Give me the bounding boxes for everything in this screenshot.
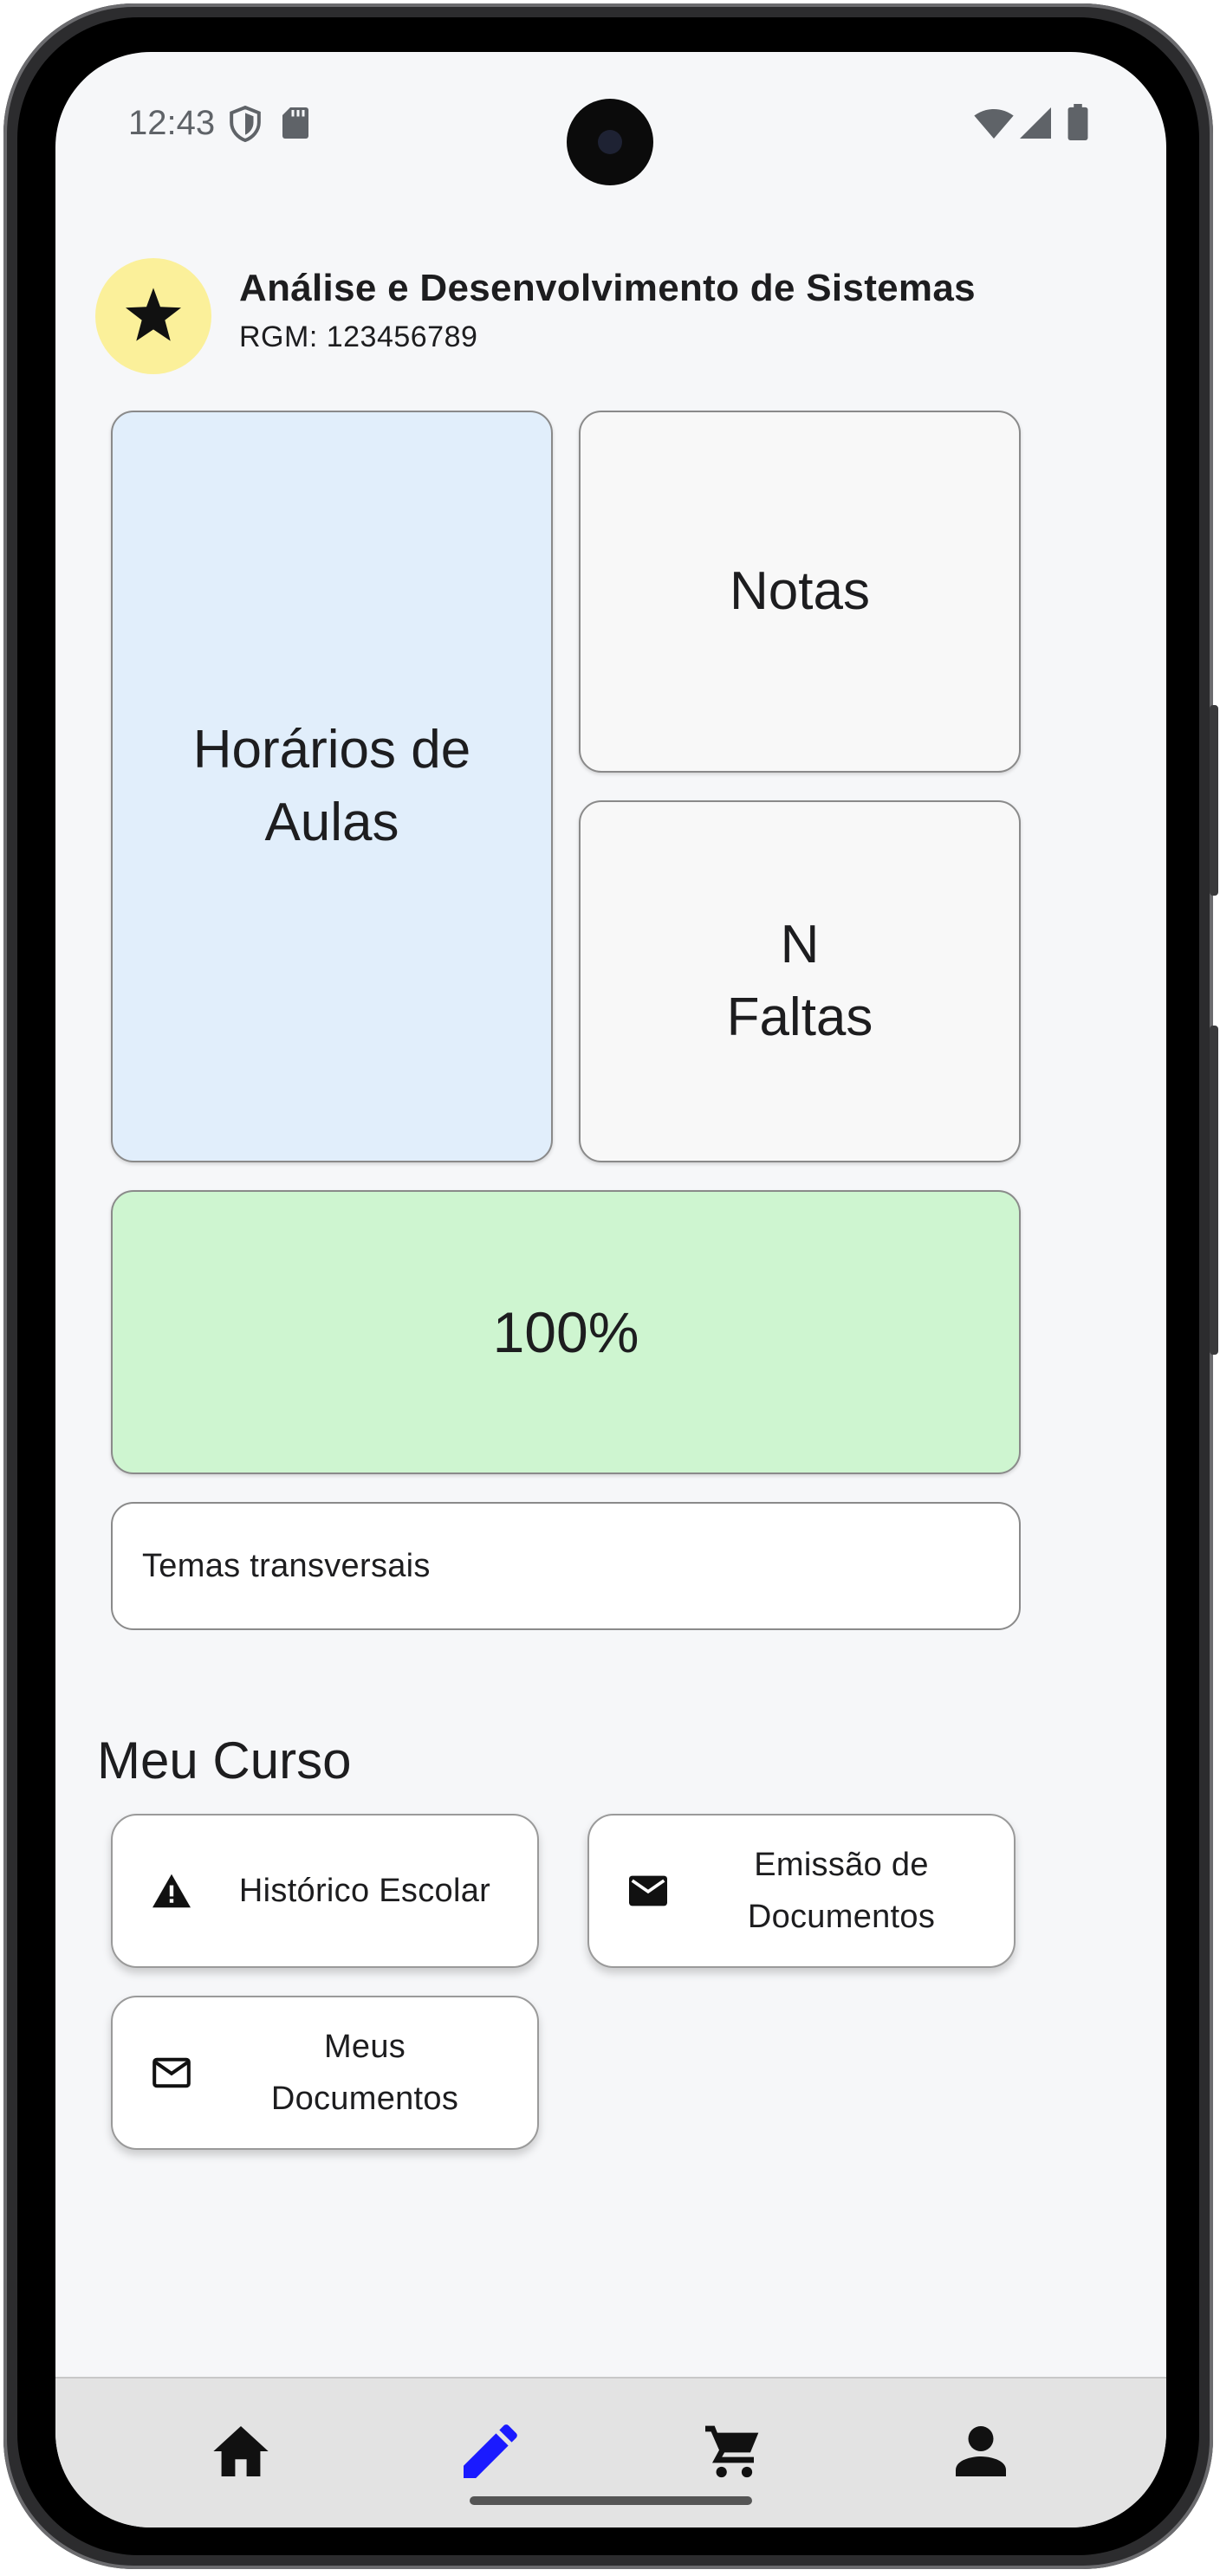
meus-documentos-line2: Documentos: [270, 2081, 459, 2117]
side-button: [1210, 705, 1218, 896]
faltas-tile[interactable]: N Faltas: [579, 800, 1021, 1162]
emissao-documentos-button[interactable]: Emissão de Documentos: [587, 1814, 1016, 1968]
signal-icon: [1019, 107, 1052, 143]
mail-filled-icon: [613, 1875, 683, 1906]
bottom-navigation: [55, 2377, 1166, 2527]
edit-icon: [464, 2424, 517, 2482]
gesture-bar[interactable]: [470, 2496, 752, 2505]
status-bar: 12:43: [55, 52, 1166, 199]
notas-tile[interactable]: Notas: [579, 411, 1021, 773]
horarios-label-line1: Horários de: [192, 720, 471, 780]
meus-documentos-line1: Meus: [323, 2029, 406, 2065]
phone-frame: 12:43 Análise e Desenvolvimento de Siste…: [3, 3, 1218, 2569]
person-icon: [956, 2425, 1006, 2481]
emissao-documentos-line1: Emissão de: [754, 1847, 929, 1883]
nav-profile[interactable]: [946, 2418, 1016, 2488]
meus-documentos-label: Meus Documentos: [206, 2021, 537, 2125]
faltas-count: N: [780, 915, 820, 974]
horarios-tile[interactable]: Horários de Aulas: [111, 411, 553, 1162]
nav-home[interactable]: [206, 2418, 276, 2488]
mail-outline-icon: [137, 2057, 206, 2088]
front-camera: [567, 99, 653, 185]
status-time: 12:43: [128, 104, 216, 142]
screen: 12:43 Análise e Desenvolvimento de Siste…: [55, 52, 1166, 2527]
emissao-documentos-label: Emissão de Documentos: [683, 1839, 1014, 1943]
emissao-documentos-line2: Documentos: [747, 1899, 936, 1935]
frequencia-tile[interactable]: 100%: [111, 1190, 1021, 1474]
historico-escolar-button[interactable]: Histórico Escolar: [111, 1814, 539, 1968]
frequencia-percent: 100%: [492, 1300, 639, 1364]
home-icon: [213, 2425, 269, 2481]
rgm-number: RGM: 123456789: [239, 320, 478, 353]
temas-transversais-card[interactable]: Temas transversais: [111, 1502, 1021, 1630]
avatar: [95, 258, 211, 374]
wifi-icon: [974, 109, 1014, 143]
meu-curso-title: Meu Curso: [97, 1731, 352, 1790]
notas-label: Notas: [730, 561, 870, 621]
horarios-label: Horários de Aulas: [193, 714, 470, 859]
star-icon: [126, 287, 181, 346]
sd-card-icon: [282, 107, 308, 143]
cart-icon: [705, 2424, 761, 2483]
nav-cart[interactable]: [698, 2418, 768, 2488]
shield-icon: [229, 105, 262, 146]
faltas-label-line2: Faltas: [726, 987, 873, 1047]
battery-icon: [1068, 104, 1088, 145]
temas-label: Temas transversais: [142, 1547, 431, 1584]
side-button: [1210, 1026, 1218, 1355]
warning-icon: [137, 1874, 206, 1908]
meus-documentos-button[interactable]: Meus Documentos: [111, 1996, 539, 2150]
course-title: Análise e Desenvolvimento de Sistemas: [239, 267, 976, 309]
historico-escolar-label: Histórico Escolar: [238, 1873, 491, 1909]
nav-edit[interactable]: [456, 2418, 525, 2488]
faltas-label: N Faltas: [727, 909, 873, 1054]
horarios-label-line2: Aulas: [264, 793, 399, 852]
